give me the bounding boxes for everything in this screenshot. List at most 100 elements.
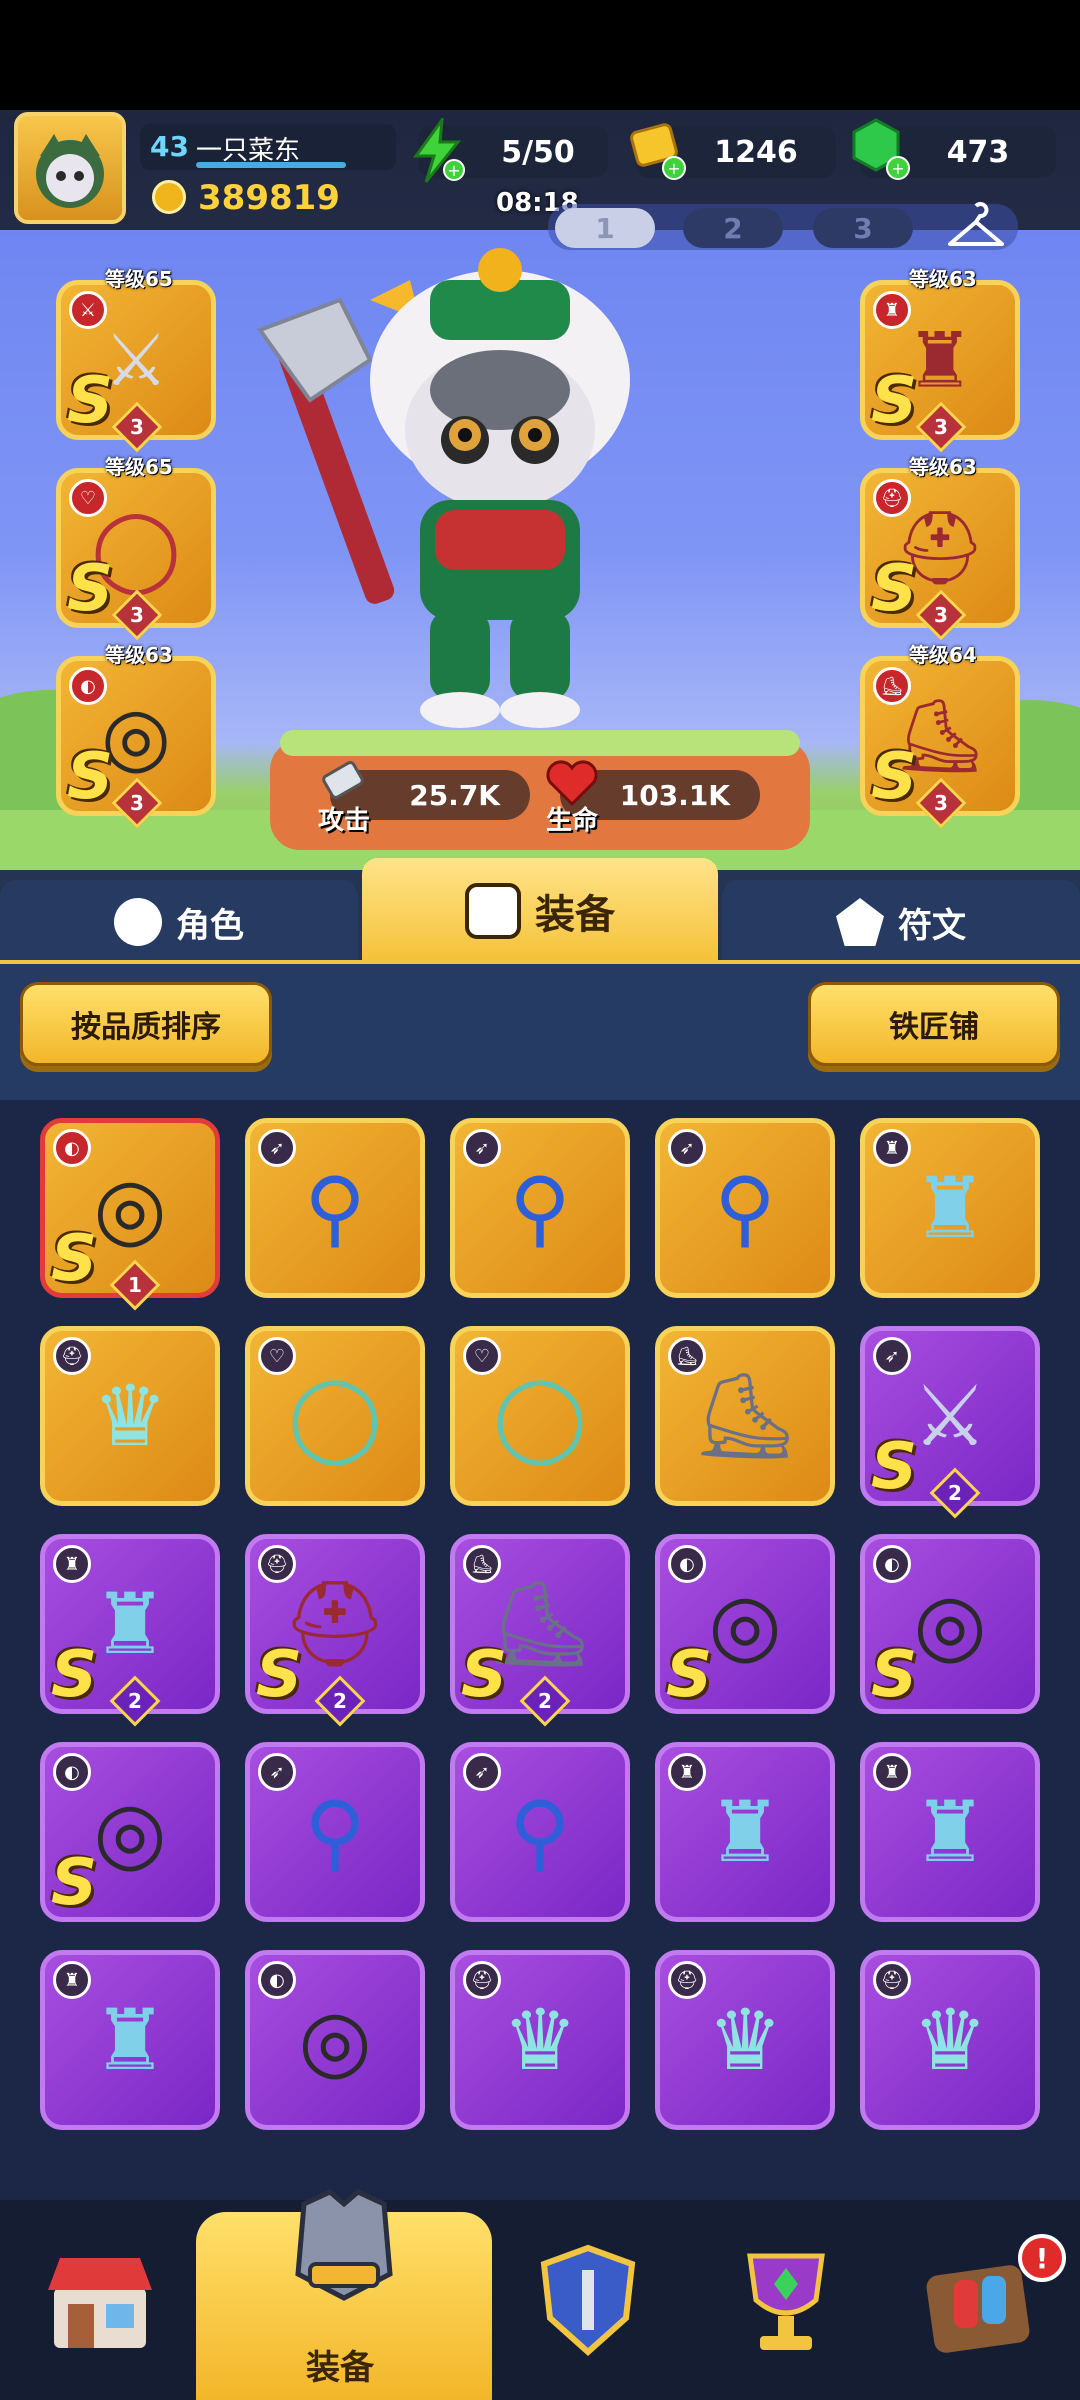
inventory-item[interactable]: ♜ ♜ (655, 1742, 835, 1922)
inventory-item[interactable]: ➶ ⚲ (245, 1742, 425, 1922)
inventory-item[interactable]: ➶ ⚲ (655, 1118, 835, 1298)
shop-icon[interactable] (40, 2240, 160, 2360)
necklace-icon: ◯ (492, 1367, 588, 1465)
inventory-item[interactable]: ◐ ◎ S (40, 1742, 220, 1922)
inventory-item[interactable]: ⛑ ♛ (860, 1950, 1040, 2130)
inventory-item[interactable]: ♡ ◯ (450, 1326, 630, 1506)
equipped-helmet-slot[interactable]: 等级63 ⛑ ⛑ S 3 (860, 455, 1020, 641)
crown-type-icon: ⛑ (668, 1961, 706, 1999)
inventory-item[interactable]: ◐ ◎ S (655, 1534, 835, 1714)
trophy-icon[interactable] (726, 2240, 846, 2360)
inventory-item[interactable]: ♜ ♜ (40, 1950, 220, 2130)
tab-character[interactable]: 角色 (0, 880, 358, 964)
inventory-item[interactable]: ◐ ◎ (245, 1950, 425, 2130)
tab-runes[interactable]: 符文 (722, 880, 1080, 964)
staff-type-icon: ➶ (668, 1129, 706, 1167)
events-alert-badge: ! (1018, 2234, 1066, 2282)
wardrobe-hanger-icon[interactable] (946, 200, 1006, 252)
necklace-icon: ◯ (287, 1367, 383, 1465)
sword-icon: ⚔ (912, 1367, 988, 1465)
equipped-boots-slot[interactable]: 等级64 ⛸ ⛸ S 3 (860, 643, 1020, 829)
slot-level-label: 等级63 (909, 455, 977, 479)
staff-icon: ⚲ (714, 1159, 776, 1257)
tab-equipment[interactable]: 装备 (362, 858, 718, 964)
inventory-item[interactable]: ♡ ◯ (245, 1326, 425, 1506)
svg-text:+: + (447, 161, 460, 180)
inventory-item[interactable]: ♜ ♜ S 2 (40, 1534, 220, 1727)
attack-label: 攻击 (318, 806, 371, 836)
equipped-necklace-slot[interactable]: 等级65 ♡ ◯ S 3 (56, 455, 216, 641)
grade-badge: S (51, 1638, 98, 1712)
power-icon (152, 180, 186, 214)
armor-type-icon: ♜ (873, 1129, 911, 1167)
character-model (220, 240, 720, 740)
slot-level-label: 等级63 (105, 643, 173, 667)
hp-value: 103.1K (619, 778, 730, 812)
inventory-item[interactable]: ⛑ ♛ (450, 1950, 630, 2130)
equipped-ring-slot[interactable]: 等级63 ◐ ◎ S 3 (56, 643, 216, 829)
crown-type-icon: ⛑ (873, 1961, 911, 1999)
ring-type-icon: ◐ (873, 1545, 911, 1583)
chest-armor-icon (290, 2184, 398, 2304)
ring-type-icon: ◐ (258, 1961, 296, 1999)
ring-icon: ◎ (93, 1783, 167, 1881)
grade-badge: S (871, 740, 918, 814)
staff-type-icon: ➶ (258, 1129, 296, 1167)
grade-badge: S (67, 552, 114, 626)
grade-badge: S (51, 1846, 98, 1920)
staff-type-icon: ➶ (463, 1753, 501, 1791)
inventory-item[interactable]: ➶ ⚲ (450, 1118, 630, 1298)
grade-badge: S (871, 1638, 918, 1712)
gold-value: 1246 (714, 134, 798, 170)
grade-badge: S (461, 1638, 508, 1712)
energy-icon[interactable]: + (410, 114, 466, 184)
equipped-armor-slot[interactable]: 等级63 ♜ ♜ S 3 (860, 267, 1020, 453)
armor-type-icon: ♜ (668, 1753, 706, 1791)
ring-icon: ◎ (93, 1159, 167, 1257)
star-rank-badge: 1 (109, 1259, 161, 1311)
inventory-item[interactable]: ➶ ⚲ (245, 1118, 425, 1298)
sort-by-quality-button[interactable]: 按品质排序 (20, 982, 272, 1066)
player-avatar[interactable] (14, 112, 126, 224)
sword-icon: ⚔ (103, 318, 169, 402)
inventory-item[interactable]: ◐ ◎ S (860, 1534, 1040, 1714)
grade-badge: S (51, 1222, 98, 1296)
inventory-item[interactable]: ⛑ ⛑ S 2 (245, 1534, 425, 1727)
inventory-item[interactable]: ➶ ⚔ S 2 (860, 1326, 1040, 1519)
tab-character-label: 角色 (176, 905, 244, 946)
staff-type-icon: ➶ (463, 1129, 501, 1167)
status-bar (0, 0, 1080, 110)
ring-type-icon: ◐ (53, 1129, 91, 1167)
staff-icon: ⚲ (304, 1783, 366, 1881)
crown-type-icon: ⛑ (53, 1337, 91, 1375)
slot-level-label: 等级63 (909, 267, 977, 291)
loadout-tab-3[interactable]: 3 (813, 208, 913, 248)
nav-equipment[interactable]: 装备 (196, 2189, 492, 2400)
inventory-item[interactable]: ➶ ⚲ (450, 1742, 630, 1922)
inventory-item[interactable]: ♜ ♜ (860, 1742, 1040, 1922)
inventory-item[interactable]: ⛸ ⛸ (655, 1326, 835, 1506)
inventory-item[interactable]: ⛑ ♛ (40, 1326, 220, 1506)
inventory-item[interactable]: ♜ ♜ (860, 1118, 1040, 1298)
shield-icon[interactable] (528, 2240, 648, 2360)
blacksmith-button[interactable]: 铁匠铺 (808, 982, 1060, 1066)
cat-avatar-icon (36, 134, 104, 208)
weapon-type-icon: ⚔ (69, 291, 107, 329)
grade-badge: S (871, 552, 918, 626)
grade-badge: S (871, 1430, 918, 1504)
gold-icon[interactable]: + (626, 118, 690, 182)
inventory-item[interactable]: ◐ ◎ S 1 (40, 1118, 220, 1311)
slot-level-label: 等级64 (909, 643, 977, 667)
staff-icon: ⚲ (509, 1159, 571, 1257)
armor-icon: ♜ (92, 1575, 168, 1673)
sword-type-icon: ➶ (873, 1337, 911, 1375)
equipment-armor-icon (465, 883, 521, 939)
inventory-item[interactable]: ⛑ ♛ (655, 1950, 835, 2130)
armor-type-icon: ♜ (873, 1753, 911, 1791)
equipped-weapon-slot[interactable]: 等级65 ⚔ ⚔ S 3 (56, 267, 216, 453)
inventory-item[interactable]: ⛸ ⛸ S 2 (450, 1534, 630, 1727)
grade-badge: S (256, 1638, 303, 1712)
gem-icon[interactable]: + (848, 116, 912, 182)
slot-level-label: 等级65 (105, 267, 173, 291)
inventory-grid: ◐ ◎ S 1 ➶ ⚲ ➶ ⚲ ➶ ⚲ ♜ ♜ ⛑ ♛ ♡ ◯ ♡ ◯ ⛸ ⛸ ➶ ⚔ S 2 ♜ ♜ S 2 ⛑ ⛑ S 2 ⛸ ⛸ S 2 ◐ ◎ S ◐… (0, 1100, 1080, 2200)
